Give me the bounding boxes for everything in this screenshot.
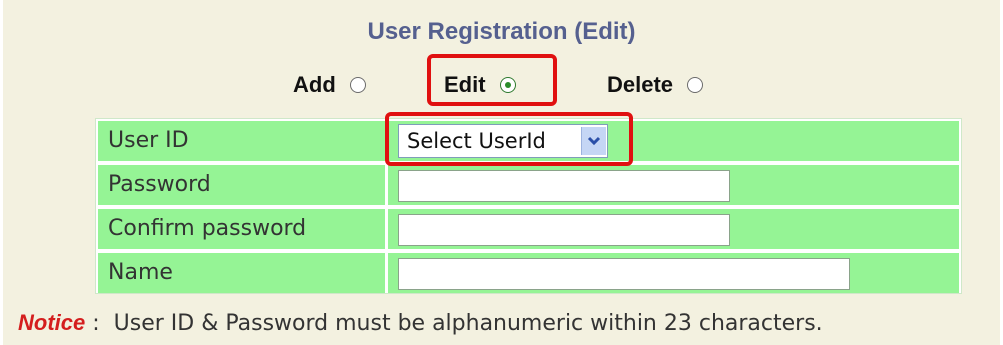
password-input[interactable]: [398, 170, 730, 202]
password-label: Password: [98, 165, 385, 205]
mode-option-add[interactable]: Add: [293, 72, 366, 98]
mode-label-delete: Delete: [607, 72, 674, 97]
radio-delete[interactable]: [687, 77, 704, 93]
row-confirm-password: Confirm password: [96, 207, 961, 249]
notice-text: User ID & Password must be alphanumeric …: [113, 311, 823, 336]
notice-separator: :: [85, 311, 114, 336]
notice-message: Notice : User ID & Password must be alph…: [18, 310, 823, 336]
name-input[interactable]: [398, 258, 850, 290]
user-id-label: User ID: [98, 121, 385, 161]
radio-add[interactable]: [349, 77, 366, 93]
row-password: Password: [96, 163, 961, 205]
name-label: Name: [98, 253, 385, 293]
confirm-password-label: Confirm password: [98, 209, 385, 249]
edit-highlight-box: [427, 54, 557, 106]
notice-label: Notice: [18, 310, 86, 335]
name-cell: [388, 253, 959, 293]
password-cell: [388, 165, 959, 205]
page-title: User Registration (Edit): [367, 18, 636, 45]
row-name: Name: [96, 251, 961, 293]
mode-option-delete[interactable]: Delete: [607, 72, 704, 98]
select-highlight-box: [385, 112, 633, 166]
mode-label-add: Add: [293, 72, 336, 97]
registration-panel: User Registration (Edit) Add Edit Delete…: [3, 0, 1000, 345]
confirm-password-input[interactable]: [398, 214, 730, 246]
confirm-password-cell: [388, 209, 959, 249]
